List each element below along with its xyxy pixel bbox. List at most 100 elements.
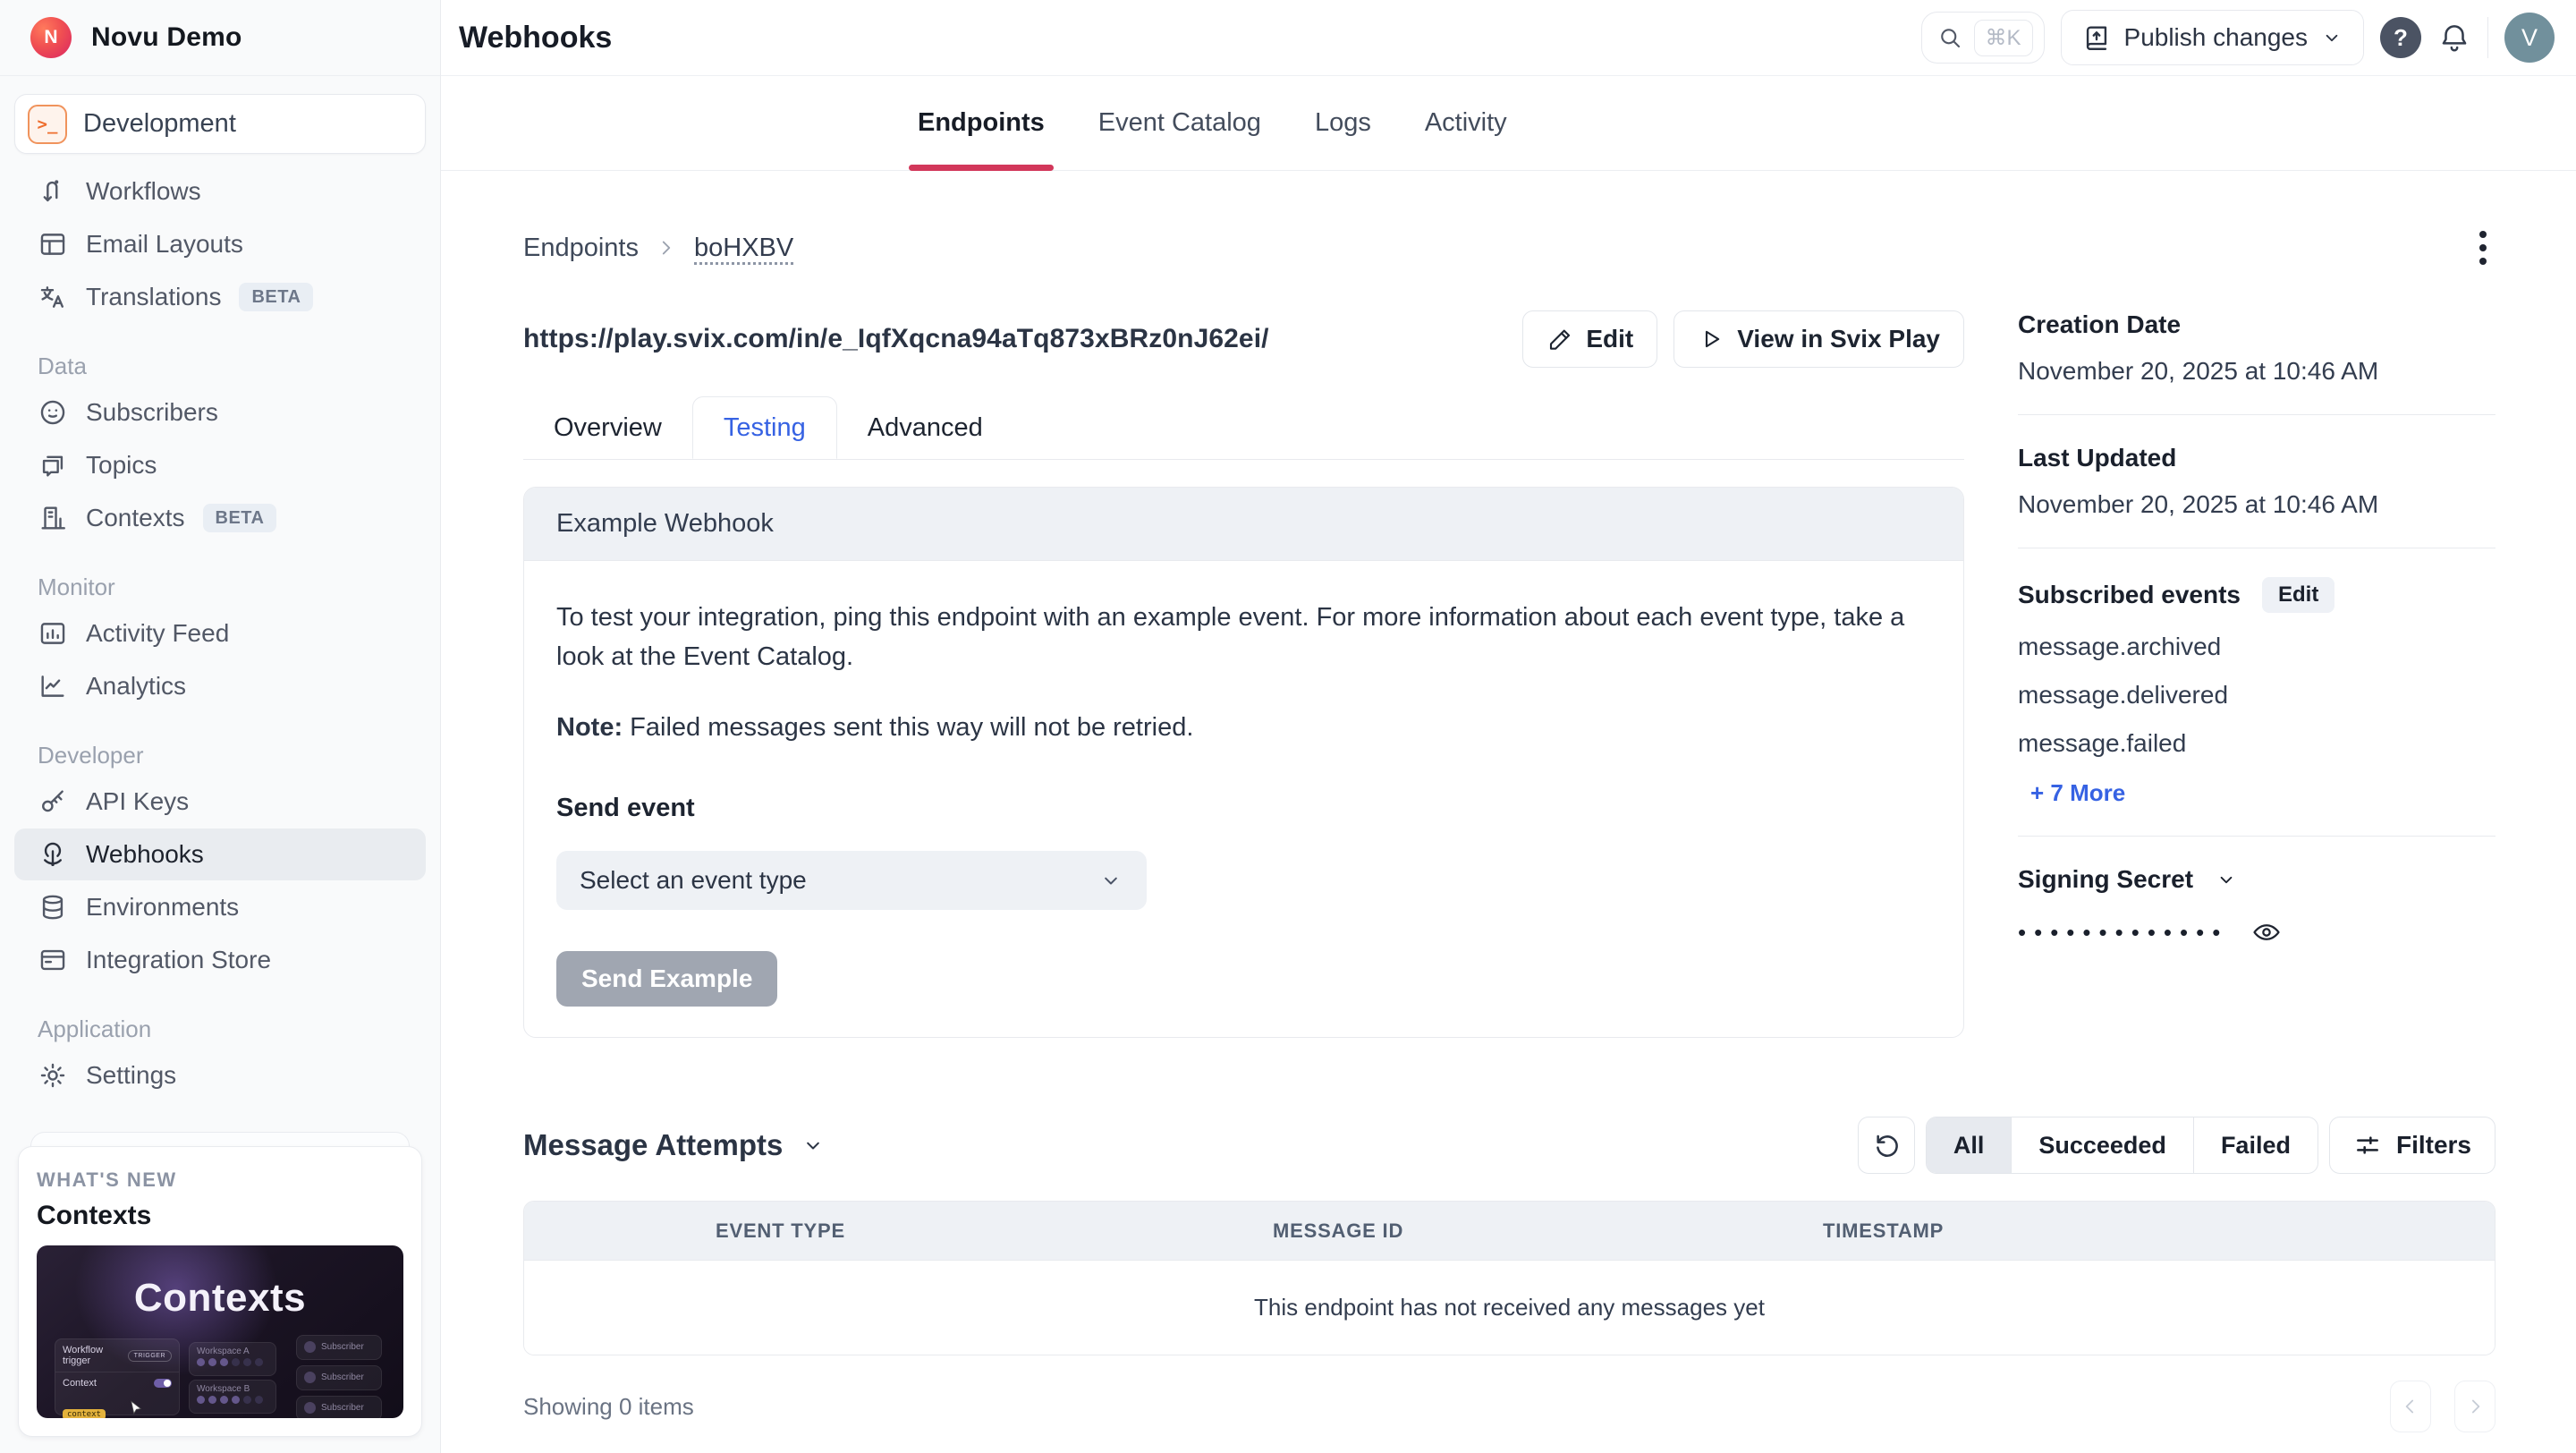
section-label-data: Data	[14, 346, 426, 386]
sidebar-item-api-keys[interactable]: API Keys	[14, 776, 426, 828]
workflows-icon	[38, 176, 68, 207]
sidebar-item-analytics[interactable]: Analytics	[14, 660, 426, 712]
whats-new-card[interactable]: WHAT'S NEW Contexts Contexts Workflow tr…	[18, 1132, 422, 1437]
layout-icon	[38, 229, 68, 259]
more-events-link[interactable]: + 7 More	[2030, 779, 2125, 807]
status-segmented-control: All Succeeded Failed	[1926, 1117, 2318, 1174]
segment-all[interactable]: All	[1927, 1117, 2012, 1173]
mini-workspace-a: Workspace A	[189, 1342, 276, 1376]
send-example-button[interactable]: Send Example	[556, 951, 777, 1007]
divider	[2018, 836, 2496, 837]
sidebar-item-email-layouts[interactable]: Email Layouts	[14, 218, 426, 270]
environment-switcher[interactable]: >_ Development	[14, 94, 426, 154]
tab-activity[interactable]: Activity	[1425, 76, 1507, 170]
sidebar-item-label: Environments	[86, 893, 239, 922]
sidebar-item-webhooks[interactable]: Webhooks	[14, 828, 426, 880]
endpoint-subtabs: Overview Testing Advanced	[523, 396, 1964, 460]
filters-button[interactable]: Filters	[2329, 1117, 2496, 1174]
sidebar-item-label: Integration Store	[86, 946, 271, 974]
help-button[interactable]: ?	[2380, 17, 2421, 58]
database-icon	[38, 892, 68, 922]
message-attempts-toggle[interactable]: Message Attempts	[523, 1128, 826, 1162]
sidebar-item-environments[interactable]: Environments	[14, 881, 426, 933]
endpoint-detail-page: Endpoints boHXBV https://play.svix.com/i…	[441, 171, 2576, 1453]
beta-badge: BETA	[203, 504, 277, 532]
breadcrumb: Endpoints boHXBV	[523, 234, 793, 263]
chevron-right-icon	[2463, 1395, 2487, 1418]
tab-logs[interactable]: Logs	[1315, 76, 1371, 170]
breadcrumb-current[interactable]: boHXBV	[694, 234, 793, 263]
sidebar-item-label: Analytics	[86, 672, 186, 701]
section-label-developer: Developer	[14, 735, 426, 775]
sidebar-item-settings[interactable]: Settings	[14, 1049, 426, 1101]
whats-new-image: Contexts Workflow triggerTRIGGER Context…	[37, 1245, 403, 1418]
publish-changes-button[interactable]: Publish changes	[2061, 10, 2364, 65]
sidebar-item-label: Subscribers	[86, 398, 218, 427]
publish-icon	[2081, 22, 2112, 53]
whats-new-image-title: Contexts	[37, 1276, 403, 1321]
mini-subscriber-2: Subscriber	[296, 1365, 382, 1390]
section-label-monitor: Monitor	[14, 567, 426, 607]
eye-icon	[2251, 917, 2282, 947]
example-webhook-description: To test your integration, ping this endp…	[556, 599, 1931, 676]
refresh-button[interactable]	[1858, 1117, 1915, 1174]
example-webhook-card: Example Webhook To test your integration…	[523, 487, 1964, 1038]
beta-badge: BETA	[239, 283, 313, 311]
column-message-id: MESSAGE ID	[1273, 1219, 1823, 1243]
view-in-svix-play-button[interactable]: View in Svix Play	[1674, 310, 1964, 368]
section-label-application: Application	[14, 1009, 426, 1049]
previous-page-button[interactable]	[2390, 1381, 2431, 1432]
environment-label: Development	[83, 109, 236, 139]
sidebar-item-label: Workflows	[86, 177, 201, 206]
subscribed-event: message.delivered	[2018, 681, 2496, 710]
subtab-testing[interactable]: Testing	[692, 396, 837, 459]
edit-label: Edit	[1586, 325, 1633, 353]
breadcrumb-endpoints[interactable]: Endpoints	[523, 234, 639, 263]
sidebar-item-translations[interactable]: Translations BETA	[14, 271, 426, 323]
next-page-button[interactable]	[2454, 1381, 2496, 1432]
org-header[interactable]: N Novu Demo	[0, 0, 440, 76]
avatar[interactable]: V	[2504, 13, 2555, 63]
edit-button[interactable]: Edit	[1522, 310, 1657, 368]
example-webhook-title: Example Webhook	[524, 488, 1963, 561]
endpoint-menu-button[interactable]	[2470, 222, 2496, 274]
last-updated-label: Last Updated	[2018, 444, 2496, 472]
event-type-select[interactable]: Select an event type	[556, 851, 1147, 910]
tab-event-catalog[interactable]: Event Catalog	[1098, 76, 1261, 170]
send-event-label: Send event	[556, 789, 1931, 828]
chevron-down-icon[interactable]	[2215, 868, 2238, 891]
filters-icon	[2353, 1131, 2382, 1160]
sidebar-item-topics[interactable]: Topics	[14, 439, 426, 491]
creation-date-label: Creation Date	[2018, 310, 2496, 339]
play-icon	[1698, 326, 1724, 353]
header-divider	[2487, 17, 2488, 58]
column-event-type: EVENT TYPE	[524, 1219, 1273, 1243]
search-button[interactable]: ⌘K	[1921, 12, 2045, 64]
sidebar-item-contexts[interactable]: Contexts BETA	[14, 492, 426, 544]
translate-icon	[38, 282, 68, 312]
analytics-icon	[38, 671, 68, 701]
tab-endpoints[interactable]: Endpoints	[918, 76, 1045, 170]
subscribed-event: message.archived	[2018, 633, 2496, 661]
sidebar-item-subscribers[interactable]: Subscribers	[14, 387, 426, 438]
segment-succeeded[interactable]: Succeeded	[2012, 1117, 2194, 1173]
mini-toggle	[154, 1379, 172, 1388]
chevron-down-icon	[2320, 26, 2343, 49]
sidebar-item-workflows[interactable]: Workflows	[14, 166, 426, 217]
avatar-letter: V	[2521, 24, 2538, 52]
subtab-advanced[interactable]: Advanced	[837, 396, 1013, 459]
webhook-icon	[38, 839, 68, 870]
subtab-overview[interactable]: Overview	[523, 396, 692, 459]
search-shortcut: ⌘K	[1974, 20, 2033, 56]
message-attempts-section: Message Attempts All Succeeded Failed Fi…	[523, 1117, 2496, 1432]
segment-failed[interactable]: Failed	[2194, 1117, 2318, 1173]
notifications-button[interactable]	[2437, 21, 2471, 55]
last-updated-value: November 20, 2025 at 10:46 AM	[2018, 490, 2496, 519]
reveal-secret-button[interactable]	[2251, 917, 2282, 947]
bell-icon	[2437, 21, 2471, 55]
edit-events-button[interactable]: Edit	[2262, 577, 2334, 613]
contexts-icon	[38, 503, 68, 533]
sidebar-item-activity-feed[interactable]: Activity Feed	[14, 608, 426, 659]
creation-date-value: November 20, 2025 at 10:46 AM	[2018, 357, 2496, 386]
sidebar-item-integration-store[interactable]: Integration Store	[14, 934, 426, 986]
